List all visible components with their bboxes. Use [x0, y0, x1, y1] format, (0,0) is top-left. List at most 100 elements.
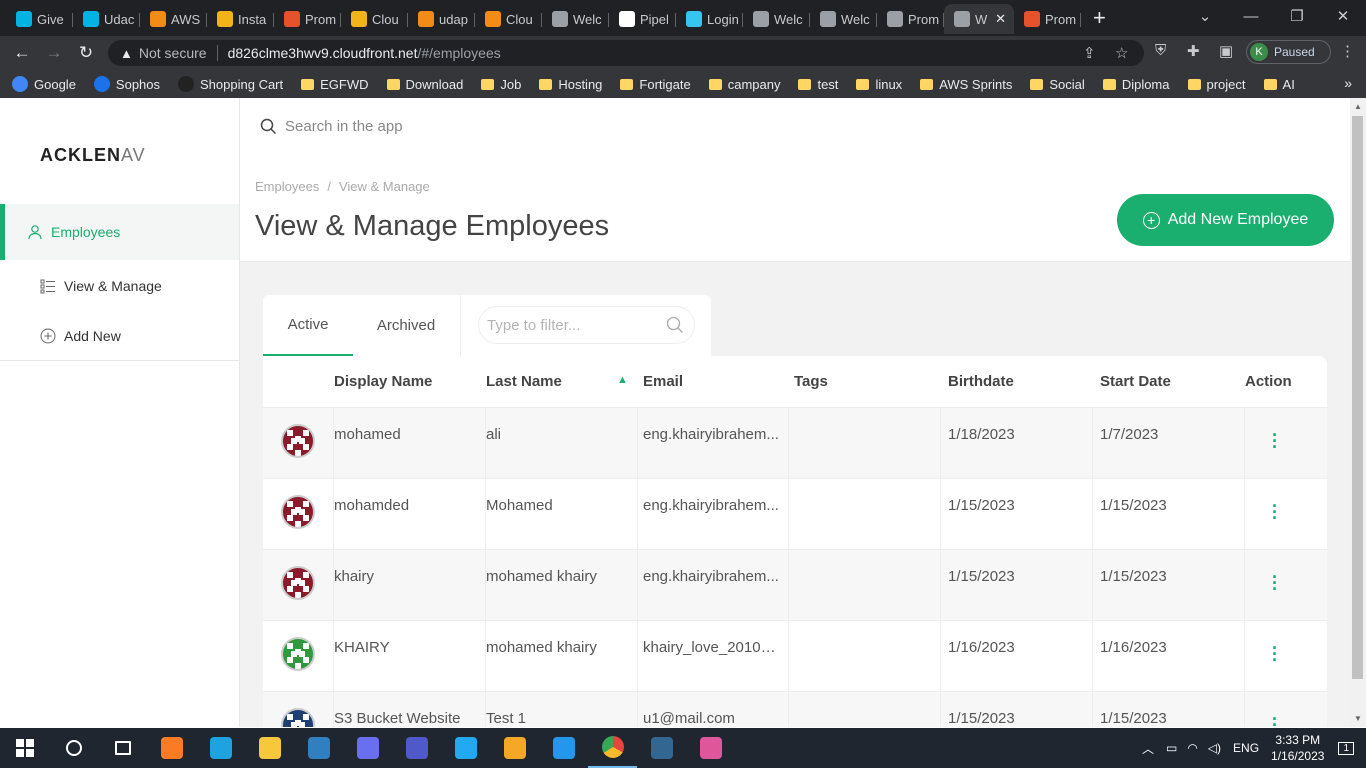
browser-tab[interactable]: Welc: [743, 4, 810, 34]
bookmark-item[interactable]: AI: [1263, 77, 1295, 92]
browser-tab[interactable]: Insta: [207, 4, 274, 34]
browser-tab[interactable]: Pipel: [609, 4, 676, 34]
column-display-name[interactable]: Display Name: [334, 373, 486, 390]
bookmarks-overflow-icon[interactable]: »: [1344, 75, 1352, 91]
browser-tab[interactable]: Welc: [810, 4, 877, 34]
clock[interactable]: 3:33 PM 1/16/2023: [1271, 732, 1324, 764]
bookmark-item[interactable]: Shopping Cart: [178, 76, 283, 92]
taskbar-app[interactable]: [686, 728, 735, 768]
bookmark-item[interactable]: campany: [708, 77, 780, 92]
taskbar-app[interactable]: [539, 728, 588, 768]
forward-icon[interactable]: →: [38, 43, 70, 63]
add-employee-button[interactable]: + Add New Employee: [1117, 194, 1334, 246]
browser-tab[interactable]: Prom: [877, 4, 944, 34]
address-bar[interactable]: ▲ Not secure d826clme3hwv9.cloudfront.ne…: [108, 40, 1144, 66]
scroll-down-icon[interactable]: ▼: [1354, 714, 1362, 723]
volume-icon[interactable]: ◁): [1208, 741, 1221, 755]
browser-tab[interactable]: Clou: [475, 4, 542, 34]
search-input[interactable]: Search in the app: [285, 118, 403, 135]
sidebar-item-employees[interactable]: Employees: [0, 204, 239, 260]
notification-icon[interactable]: 1: [1338, 741, 1354, 755]
warning-icon[interactable]: ▲: [120, 46, 133, 61]
battery-icon[interactable]: ▭: [1166, 741, 1177, 755]
taskbar-app[interactable]: [196, 728, 245, 768]
row-actions-menu-icon[interactable]: ···: [1272, 426, 1278, 478]
browser-tab[interactable]: Give: [6, 4, 73, 34]
shield-extension-icon[interactable]: ⛨: [1155, 42, 1166, 59]
taskbar-app[interactable]: [245, 728, 294, 768]
taskbar-app[interactable]: [343, 728, 392, 768]
browser-tab[interactable]: Udac: [73, 4, 140, 34]
table-row[interactable]: khairy mohamed khairy eng.khairyibrahem...…: [263, 550, 1327, 621]
row-actions-menu-icon[interactable]: ···: [1272, 639, 1278, 691]
browser-tab[interactable]: Prom: [1014, 4, 1081, 34]
taskbar-app[interactable]: [637, 728, 686, 768]
bookmark-item[interactable]: test: [798, 77, 838, 92]
row-actions-menu-icon[interactable]: ···: [1272, 568, 1278, 620]
browser-tab[interactable]: udap: [408, 4, 475, 34]
reload-icon[interactable]: ↻: [70, 43, 102, 63]
language-indicator[interactable]: ENG: [1233, 741, 1259, 755]
column-tags[interactable]: Tags: [789, 373, 941, 390]
minimize-icon[interactable]: —: [1228, 0, 1274, 32]
browser-tab[interactable]: W ✕: [944, 4, 1014, 34]
extensions-puzzle-icon[interactable]: ✚: [1187, 42, 1200, 60]
table-row[interactable]: KHAIRY mohamed khairy khairy_love_2010@...…: [263, 621, 1327, 692]
column-start-date[interactable]: Start Date: [1093, 373, 1245, 390]
sidebar-item-add-new[interactable]: Add New: [0, 316, 239, 356]
wifi-icon[interactable]: ◠: [1187, 741, 1197, 755]
browser-tab[interactable]: Clou: [341, 4, 408, 34]
table-row[interactable]: S3 Bucket Website Test 1 u1@mail.com 1/15/2…: [263, 692, 1327, 727]
bookmark-item[interactable]: Hosting: [539, 77, 602, 92]
taskbar-app[interactable]: [392, 728, 441, 768]
restore-icon[interactable]: ❐: [1274, 0, 1320, 32]
logo[interactable]: ACKLENAV: [40, 145, 146, 166]
new-tab-button[interactable]: +: [1093, 5, 1106, 31]
close-tab-icon[interactable]: ✕: [995, 11, 1006, 27]
scrollbar-thumb[interactable]: [1352, 116, 1363, 679]
tab-archived[interactable]: Archived: [363, 295, 449, 356]
side-panel-icon[interactable]: ▣: [1219, 42, 1233, 60]
table-row[interactable]: mohamed ali eng.khairyibrahem... 1/18/2023 1…: [263, 408, 1327, 479]
app-search[interactable]: Search in the app: [260, 118, 1060, 135]
bookmark-star-icon[interactable]: ☆: [1115, 44, 1128, 62]
browser-tab[interactable]: AWS: [140, 4, 207, 34]
bookmark-item[interactable]: Fortigate: [620, 77, 691, 92]
bookmark-item[interactable]: Social: [1030, 77, 1085, 92]
scroll-up-icon[interactable]: ▲: [1354, 102, 1362, 111]
taskbar-app[interactable]: [441, 728, 490, 768]
close-window-icon[interactable]: ✕: [1320, 0, 1366, 32]
column-birthdate[interactable]: Birthdate: [941, 373, 1093, 390]
row-actions-menu-icon[interactable]: ···: [1272, 710, 1278, 727]
bookmark-item[interactable]: linux: [856, 77, 902, 92]
bookmark-item[interactable]: Download: [386, 77, 463, 92]
taskbar-app[interactable]: [49, 728, 98, 768]
security-label[interactable]: Not secure: [139, 45, 207, 61]
tab-active[interactable]: Active: [263, 295, 353, 356]
column-last-name[interactable]: Last Name: [486, 373, 638, 390]
column-email[interactable]: Email: [638, 373, 789, 390]
browser-tab[interactable]: Prom: [274, 4, 341, 34]
breadcrumb-employees[interactable]: Employees: [255, 179, 319, 194]
sort-ascending-icon[interactable]: ▲: [617, 374, 628, 386]
taskbar-app[interactable]: [588, 728, 637, 768]
browser-tab[interactable]: Welc: [542, 4, 609, 34]
bookmark-item[interactable]: Sophos: [93, 76, 160, 92]
back-icon[interactable]: ←: [6, 43, 38, 63]
taskbar-app[interactable]: [294, 728, 343, 768]
profile-button[interactable]: K Paused: [1246, 40, 1331, 64]
taskbar-app[interactable]: [147, 728, 196, 768]
bookmark-item[interactable]: Diploma: [1102, 77, 1170, 92]
bookmark-item[interactable]: Job: [481, 77, 521, 92]
bookmark-item[interactable]: AWS Sprints: [920, 77, 1012, 92]
bookmark-item[interactable]: project: [1187, 77, 1246, 92]
tab-search-icon[interactable]: ⌄: [1182, 0, 1228, 32]
share-icon[interactable]: ⇪: [1083, 44, 1096, 62]
page-scrollbar[interactable]: ▲ ▼: [1350, 98, 1366, 727]
bookmark-item[interactable]: EGFWD: [301, 77, 369, 92]
table-row[interactable]: mohamded Mohamed eng.khairyibrahem... 1/15/…: [263, 479, 1327, 550]
row-actions-menu-icon[interactable]: ···: [1272, 497, 1278, 549]
sidebar-item-view-manage[interactable]: View & Manage: [0, 266, 239, 306]
bookmark-item[interactable]: Google: [12, 76, 76, 92]
taskbar-app[interactable]: [98, 728, 147, 768]
